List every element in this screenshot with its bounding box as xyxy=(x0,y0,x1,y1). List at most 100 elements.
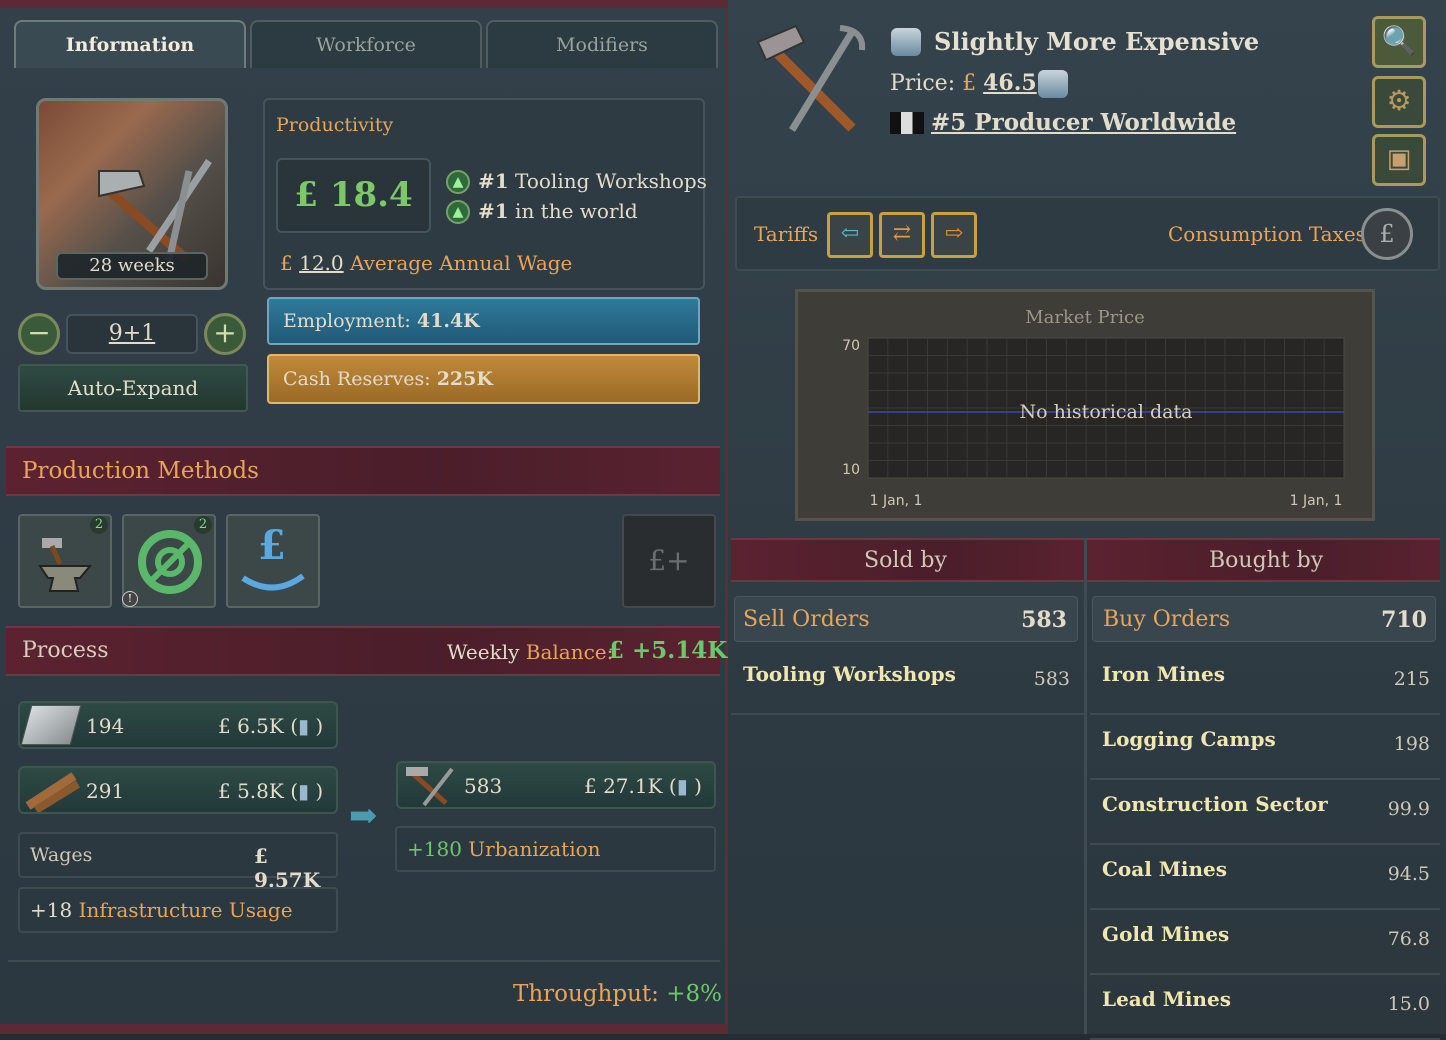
list-item-value: 198 xyxy=(1393,733,1430,755)
sell-orders-value: 583 xyxy=(1021,607,1067,633)
hammer-pliers-icon xyxy=(406,767,454,807)
bought-by-title: Bought by xyxy=(1209,548,1324,573)
wages-value: £ 9.57K xyxy=(254,844,321,892)
list-item[interactable]: Tooling Workshops 583 xyxy=(731,650,1084,715)
buyers-list: Iron Mines 215 Logging Camps 198 Constructio… xyxy=(1090,650,1440,1040)
chart-y-tick: 70 xyxy=(842,338,860,354)
trade-tariff-button[interactable]: ⇄ xyxy=(879,212,925,258)
list-item-value: 99.9 xyxy=(1387,798,1430,820)
list-item[interactable]: Logging Camps 198 xyxy=(1090,715,1440,780)
list-item-value: 583 xyxy=(1033,668,1070,690)
price-row: Price: £ 46.5 xyxy=(890,70,1037,96)
producer-rank[interactable]: #5 Producer Worldwide xyxy=(931,109,1236,136)
list-item-value: 94.5 xyxy=(1387,863,1430,885)
tools-goods-icon xyxy=(756,24,866,132)
employment-bar[interactable]: Employment: 41.4K xyxy=(267,297,700,345)
list-item[interactable]: Iron Mines 215 xyxy=(1090,650,1440,715)
production-methods-title: Production Methods xyxy=(22,458,259,484)
rank-up-icon: ▲ xyxy=(446,200,470,224)
pound-hand-icon: £ xyxy=(258,522,286,569)
input-cost: £ 5.8K (▮ ) xyxy=(218,779,324,803)
input-quantity: 291 xyxy=(86,779,125,803)
sold-by-title: Sold by xyxy=(864,548,947,573)
list-item-name: Tooling Workshops xyxy=(743,662,956,686)
magnifier-button[interactable]: 🔍 xyxy=(1372,16,1426,68)
throughput: Throughput: +8% xyxy=(513,981,722,1007)
input-quantity: 194 xyxy=(86,714,125,738)
productivity-title: Productivity xyxy=(276,114,394,136)
list-item-name: Coal Mines xyxy=(1102,857,1228,881)
hand-icon xyxy=(241,573,305,591)
urbanization: +180 Urbanization xyxy=(395,826,716,872)
chart-svg: Market Price 70 10 1 Jan, 1 1 Jan, 1 No histo… xyxy=(842,307,1345,509)
pm-ownership-button[interactable]: £ xyxy=(226,514,320,608)
list-item[interactable]: Coal Mines 94.5 xyxy=(1090,845,1440,910)
divider xyxy=(8,960,720,962)
coins-icon: ▮ xyxy=(298,714,310,738)
expand-button[interactable]: + xyxy=(204,313,246,355)
price-status: Slightly More Expensive xyxy=(934,27,1260,56)
rank-up-icon: ▲ xyxy=(446,170,470,194)
buy-orders-header: Buy Orders 710 xyxy=(1092,596,1436,642)
coins-icon: ▮ xyxy=(676,774,688,798)
market-price-chart: Market Price 70 10 1 Jan, 1 1 Jan, 1 No histo… xyxy=(795,289,1375,521)
list-item[interactable]: Gold Mines 76.8 xyxy=(1090,910,1440,975)
average-wage: £ 12.0 Average Annual Wage xyxy=(280,251,573,275)
chart-y-tick: 10 xyxy=(842,462,860,478)
lock-pound-icon[interactable]: £ xyxy=(1361,208,1413,260)
tab-information[interactable]: Information xyxy=(14,20,246,68)
flag-icon xyxy=(890,112,924,134)
downsize-button[interactable]: − xyxy=(18,313,60,355)
consumption-taxes-label: Consumption Taxes xyxy=(1168,222,1366,246)
iron-icon xyxy=(20,705,82,745)
auto-expand-button[interactable]: Auto-Expand xyxy=(18,364,248,412)
list-item-name: Logging Camps xyxy=(1102,727,1276,751)
tab-workforce[interactable]: Workforce xyxy=(250,20,482,68)
chart-annotation: No historical data xyxy=(1020,401,1193,423)
list-item-name: Iron Mines xyxy=(1102,662,1225,686)
input-cost: £ 6.5K (▮ ) xyxy=(218,714,324,738)
wages-row: Wages £ 9.57K xyxy=(18,832,338,892)
chart-title: Market Price xyxy=(1025,307,1145,328)
list-item[interactable]: Construction Sector 99.9 xyxy=(1090,780,1440,845)
logs-icon xyxy=(25,772,80,812)
process-title: Process xyxy=(22,638,109,663)
arrow-right-icon: ➡ xyxy=(349,796,378,836)
pm-badge: 2 xyxy=(194,516,212,534)
column-divider xyxy=(1084,538,1087,1034)
cash-reserves-bar[interactable]: Cash Reserves: 225K xyxy=(267,354,700,404)
warning-icon: ! xyxy=(122,591,138,607)
input-wood[interactable]: 291 £ 5.8K (▮ ) xyxy=(18,766,338,814)
list-item-value: 15.0 xyxy=(1387,993,1430,1015)
add-currency-button[interactable]: £+ xyxy=(622,514,716,608)
building-level: 9+1 xyxy=(66,314,198,354)
coins-icon xyxy=(1038,70,1068,98)
list-item-value: 215 xyxy=(1393,668,1430,690)
wages-label: Wages xyxy=(30,844,93,866)
list-item-name: Gold Mines xyxy=(1102,922,1230,946)
construction-time-label: 28 weeks xyxy=(56,252,208,280)
import-tariff-button[interactable]: ⇦ xyxy=(827,212,873,258)
crate-button[interactable]: ▣ xyxy=(1372,134,1426,186)
list-item-name: Construction Sector xyxy=(1102,792,1328,816)
output-quantity: 583 xyxy=(464,774,503,798)
export-tariff-button[interactable]: ⇨ xyxy=(931,212,977,258)
output-value: £ 27.1K (▮ ) xyxy=(584,774,702,798)
list-item[interactable]: Lead Mines 15.0 xyxy=(1090,975,1440,1040)
sell-orders-header: Sell Orders 583 xyxy=(734,596,1078,642)
productivity-value: £ 18.4 xyxy=(276,158,431,233)
weekly-balance-value: £ +5.14K xyxy=(608,637,728,664)
sell-orders-label: Sell Orders xyxy=(743,607,870,632)
output-tools[interactable]: 583 £ 27.1K (▮ ) xyxy=(396,761,716,809)
tab-modifiers[interactable]: Modifiers xyxy=(486,20,718,68)
gear-button[interactable]: ⚙ xyxy=(1372,76,1426,128)
top-border xyxy=(0,0,728,8)
coins-icon: ▮ xyxy=(298,779,310,803)
buy-orders-value: 710 xyxy=(1381,607,1427,633)
rank-world: #1 in the world xyxy=(478,199,638,223)
list-item-value: 76.8 xyxy=(1387,928,1430,950)
bottom-border xyxy=(0,1024,728,1034)
coins-icon xyxy=(891,28,921,56)
input-iron[interactable]: 194 £ 6.5K (▮ ) xyxy=(18,701,338,749)
chart-x-tick: 1 Jan, 1 xyxy=(870,493,923,509)
